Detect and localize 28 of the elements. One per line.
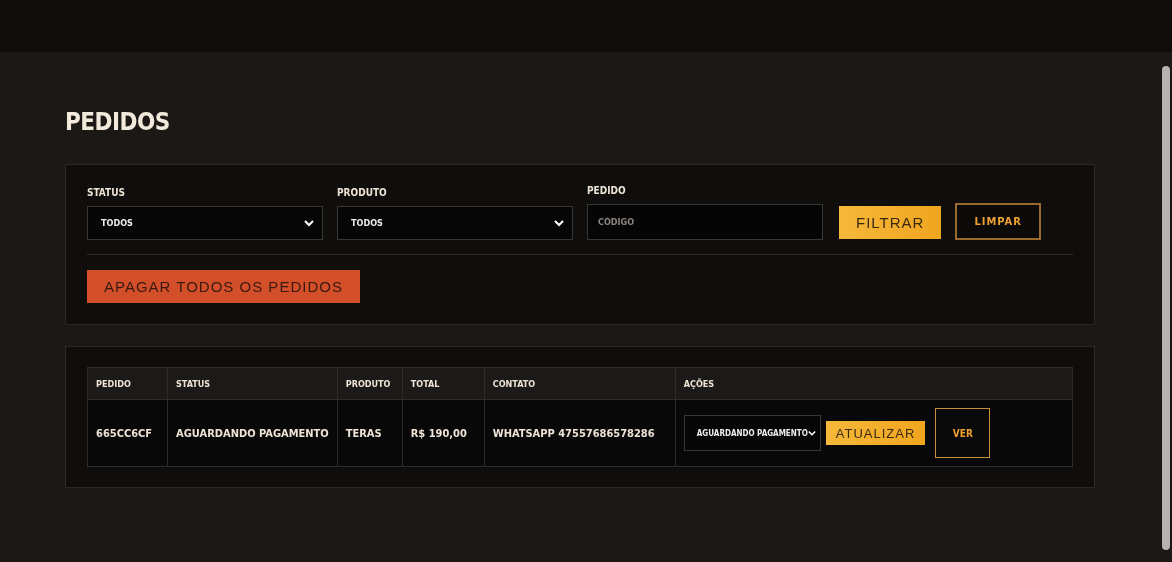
- column-header: PEDIDO: [87, 367, 168, 400]
- table-cell: TERAS: [337, 399, 403, 467]
- column-header: AÇÕES: [675, 367, 1073, 400]
- table-cell: R$ 190,00: [402, 399, 485, 467]
- column-header: STATUS: [167, 367, 338, 400]
- field-label: PRODUTO: [337, 187, 388, 198]
- chevron-down-icon: [304, 219, 314, 227]
- clear-button[interactable]: LIMPAR: [955, 203, 1041, 240]
- input-field[interactable]: CÓDIGO: [587, 204, 823, 240]
- page-title: PEDIDOS: [65, 108, 171, 136]
- delete-all-button[interactable]: APAGAR TODOS OS PEDIDOS: [87, 270, 360, 303]
- table-cell: AGUARDANDO PAGAMENTO: [167, 399, 338, 467]
- chevron-down-icon: [554, 219, 564, 227]
- view-button[interactable]: VER: [935, 408, 991, 458]
- update-button[interactable]: ATUALIZAR: [825, 421, 926, 445]
- field-label: STATUS: [87, 187, 126, 198]
- column-header: PRODUTO: [337, 367, 403, 400]
- filter-button[interactable]: FILTRAR: [839, 206, 942, 239]
- select-field[interactable]: TODOS: [87, 206, 323, 240]
- status-select[interactable]: AGUARDANDO PAGAMENTO: [683, 415, 821, 451]
- column-header: CONTATO: [484, 367, 676, 400]
- table-cell: 665CC6CF: [87, 399, 168, 467]
- scrollbar[interactable]: [1162, 66, 1170, 550]
- chevron-down-icon: [807, 429, 816, 437]
- field-label: PEDIDO: [587, 185, 627, 196]
- select-field[interactable]: TODOS: [337, 206, 573, 240]
- table-cell: WHATSAPP 47557686578286: [484, 399, 676, 467]
- column-header: TOTAL: [402, 367, 485, 400]
